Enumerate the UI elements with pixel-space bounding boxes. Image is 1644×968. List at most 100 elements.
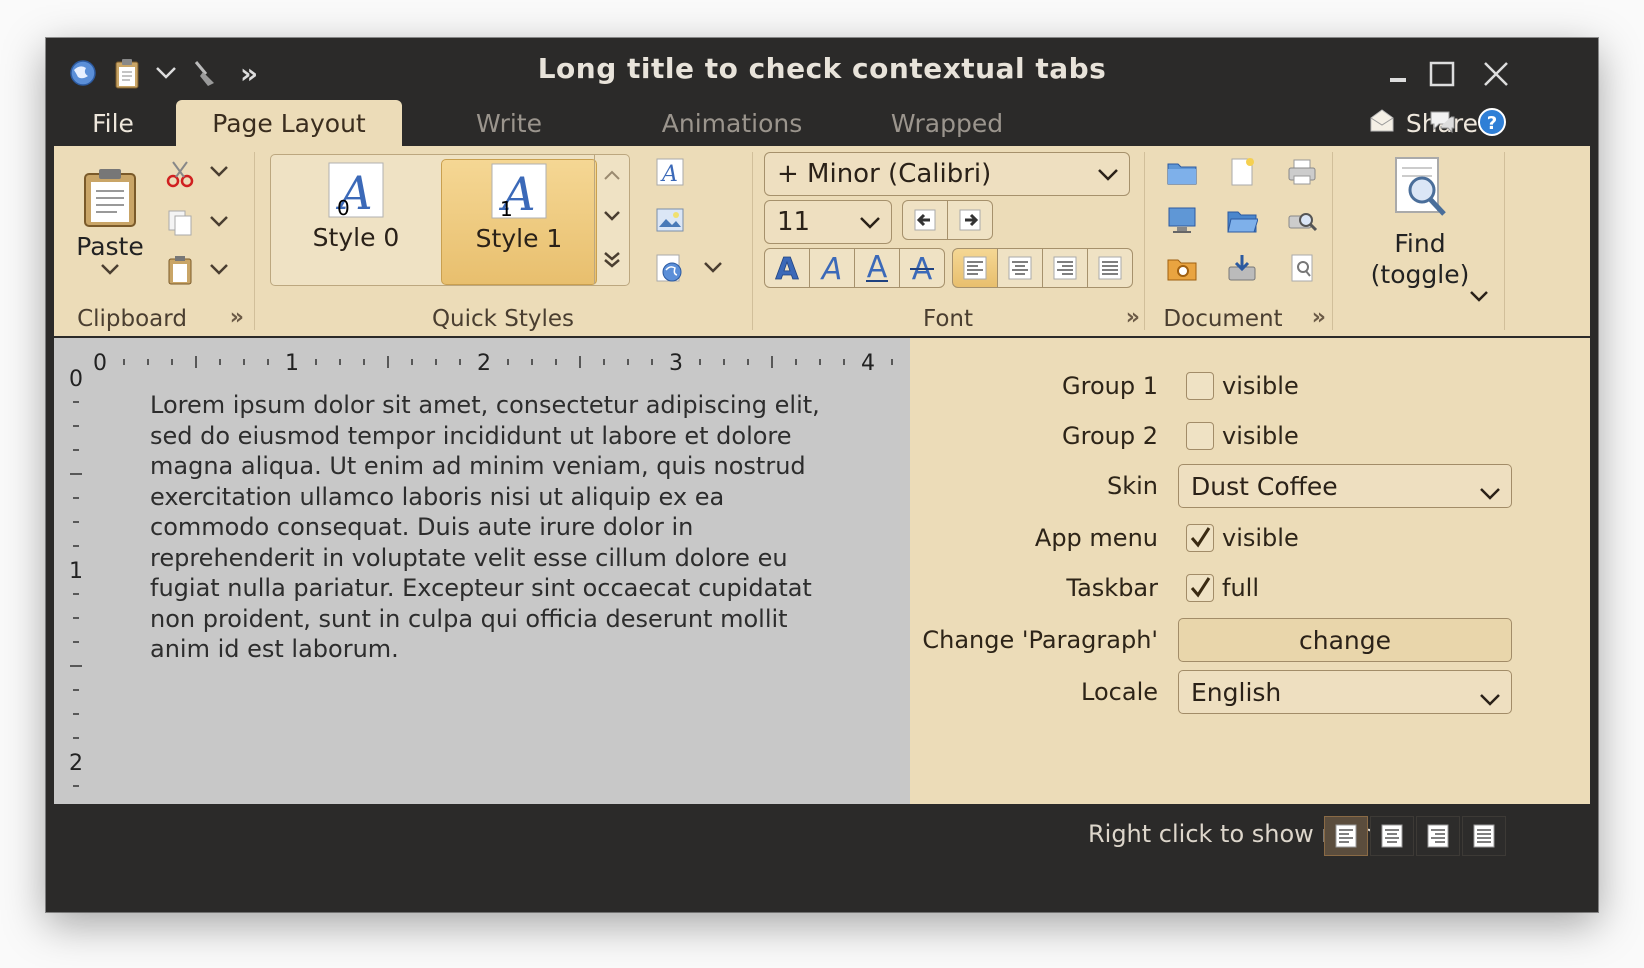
taskbar-label: Taskbar	[1066, 574, 1158, 602]
gallery-scroller	[594, 154, 629, 284]
band-title-font: Font	[922, 306, 974, 332]
chevron-down-icon[interactable]	[204, 206, 234, 236]
style-0-label: Style 0	[312, 223, 400, 252]
ruler-label: 1	[285, 351, 299, 376]
chevron-down-icon[interactable]	[1466, 284, 1492, 308]
expand-gallery-icon[interactable]	[603, 251, 621, 269]
underline-icon[interactable]: A	[854, 248, 900, 288]
document-text[interactable]: Lorem ipsum dolor sit amet, consectetur …	[150, 390, 840, 665]
align-left-icon[interactable]	[952, 248, 998, 288]
find-label-line2: (toggle)	[1370, 260, 1470, 289]
band-title-clipboard: Clipboard	[77, 306, 187, 332]
paste-button[interactable]: Paste	[62, 152, 158, 288]
band-title-quick-styles: Quick Styles	[431, 306, 575, 332]
ruler-label: 2	[477, 351, 491, 376]
quick-styles-gallery: A0 Style 0 A1 Style 1	[270, 154, 630, 286]
chevron-down-icon	[101, 263, 119, 275]
tab-wrapped[interactable]: Wrapped	[876, 100, 1018, 146]
indent-increase-icon[interactable]	[947, 200, 993, 240]
skin-value: Dust Coffee	[1191, 471, 1338, 501]
group1-checkbox[interactable]	[1186, 372, 1214, 400]
save-icon[interactable]	[1220, 246, 1264, 290]
bold-icon[interactable]: A	[764, 248, 810, 288]
chevron-down-icon	[1097, 159, 1119, 189]
svg-text:1: 1	[500, 197, 513, 220]
status-align-right-icon[interactable]	[1416, 816, 1460, 856]
document-expand-icon[interactable]: »	[1312, 305, 1326, 330]
folder-icon[interactable]	[1220, 198, 1264, 242]
locale-select[interactable]: English	[1178, 670, 1512, 714]
band-separator	[752, 152, 753, 330]
paste-icon	[84, 168, 136, 227]
scroll-down-icon[interactable]	[603, 210, 621, 222]
ruler-label: 0	[69, 367, 83, 392]
skin-label: Skin	[1106, 472, 1158, 500]
envelope-icon	[1368, 107, 1396, 139]
printer-icon[interactable]	[1280, 150, 1324, 194]
tab-page-layout[interactable]: Page Layout	[176, 100, 402, 146]
paste-special-icon[interactable]	[160, 250, 200, 290]
style-icon: A1	[491, 163, 547, 220]
folder-search-icon[interactable]	[1160, 246, 1204, 290]
align-right-icon[interactable]	[1042, 248, 1088, 288]
skin-select[interactable]: Dust Coffee	[1178, 464, 1512, 508]
strikethrough-icon[interactable]: A	[899, 248, 945, 288]
style-1-item[interactable]: A1 Style 1	[441, 159, 597, 285]
taskbar-checkbox[interactable]	[1186, 574, 1214, 602]
chevron-down-icon[interactable]	[698, 252, 728, 282]
font-family-value: + Minor (Calibri)	[777, 159, 992, 189]
window-title: Long title to check contextual tabs	[537, 52, 1107, 85]
chevron-down-icon[interactable]	[204, 156, 234, 186]
tab-file[interactable]: File	[74, 100, 152, 146]
band-clipboard: Paste Clipboard »	[54, 146, 250, 336]
align-justify-icon[interactable]	[1087, 248, 1133, 288]
style-0-item[interactable]: A0 Style 0	[279, 161, 433, 285]
picture-icon[interactable]	[650, 200, 690, 240]
horizontal-ruler: 0 1 2 3 4	[93, 351, 893, 376]
text-style-icon[interactable]: A	[650, 152, 690, 192]
tab-animations[interactable]: Animations	[646, 100, 818, 146]
italic-icon[interactable]: A	[809, 248, 855, 288]
print-preview-icon[interactable]	[1280, 198, 1324, 242]
indent-decrease-icon[interactable]	[902, 200, 948, 240]
comment-icon[interactable]	[1420, 100, 1464, 144]
app-window: » Long title to check contextual tabs Fi…	[46, 38, 1598, 912]
minimize-icon[interactable]	[1376, 52, 1420, 96]
document-area[interactable]: 0 1 2 3 4 0 1 2 Lorem ipsum dolor sit amet, co…	[54, 338, 910, 804]
group2-checkbox[interactable]	[1186, 422, 1214, 450]
computer-icon[interactable]	[1160, 198, 1204, 242]
app-menu-checkbox[interactable]	[1186, 524, 1214, 552]
change-paragraph-label: Change 'Paragraph'	[922, 626, 1158, 654]
maximize-icon[interactable]	[1420, 52, 1464, 96]
document-properties-icon[interactable]	[1280, 246, 1324, 290]
close-icon[interactable]	[1474, 52, 1518, 96]
align-center-icon[interactable]	[997, 248, 1043, 288]
svg-text:A: A	[775, 253, 799, 283]
help-icon[interactable]: ?	[1470, 100, 1514, 144]
web-picture-icon[interactable]	[650, 248, 690, 288]
font-expand-icon[interactable]: »	[1126, 305, 1140, 330]
chevron-down-icon	[1479, 684, 1501, 713]
cut-icon[interactable]	[160, 154, 200, 194]
chevron-down-icon[interactable]	[204, 254, 234, 284]
folder-open-icon[interactable]	[1160, 150, 1204, 194]
font-size-select[interactable]: 11	[764, 200, 892, 244]
font-family-select[interactable]: + Minor (Calibri)	[764, 152, 1130, 196]
change-button[interactable]: change	[1178, 618, 1512, 662]
tab-write[interactable]: Write	[454, 100, 564, 146]
scroll-up-icon[interactable]	[603, 169, 621, 181]
vertical-ruler: 0 1 2	[69, 367, 83, 787]
clipboard-expand-icon[interactable]: »	[230, 305, 244, 330]
locale-label: Locale	[1081, 678, 1158, 706]
status-align-center-icon[interactable]	[1370, 816, 1414, 856]
style-icon: A0	[328, 162, 384, 219]
check-icon	[1190, 577, 1211, 598]
copy-icon[interactable]	[160, 202, 200, 242]
status-align-justify-icon[interactable]	[1462, 816, 1506, 856]
new-document-icon[interactable]	[1220, 150, 1264, 194]
ruler-label: 4	[861, 351, 875, 376]
ribbon: Paste Clipboard » A 0 Style 0 A 1 Style …	[54, 146, 1590, 338]
band-separator	[1504, 152, 1505, 330]
paste-label: Paste	[76, 231, 144, 261]
status-align-left-icon[interactable]	[1324, 816, 1368, 856]
